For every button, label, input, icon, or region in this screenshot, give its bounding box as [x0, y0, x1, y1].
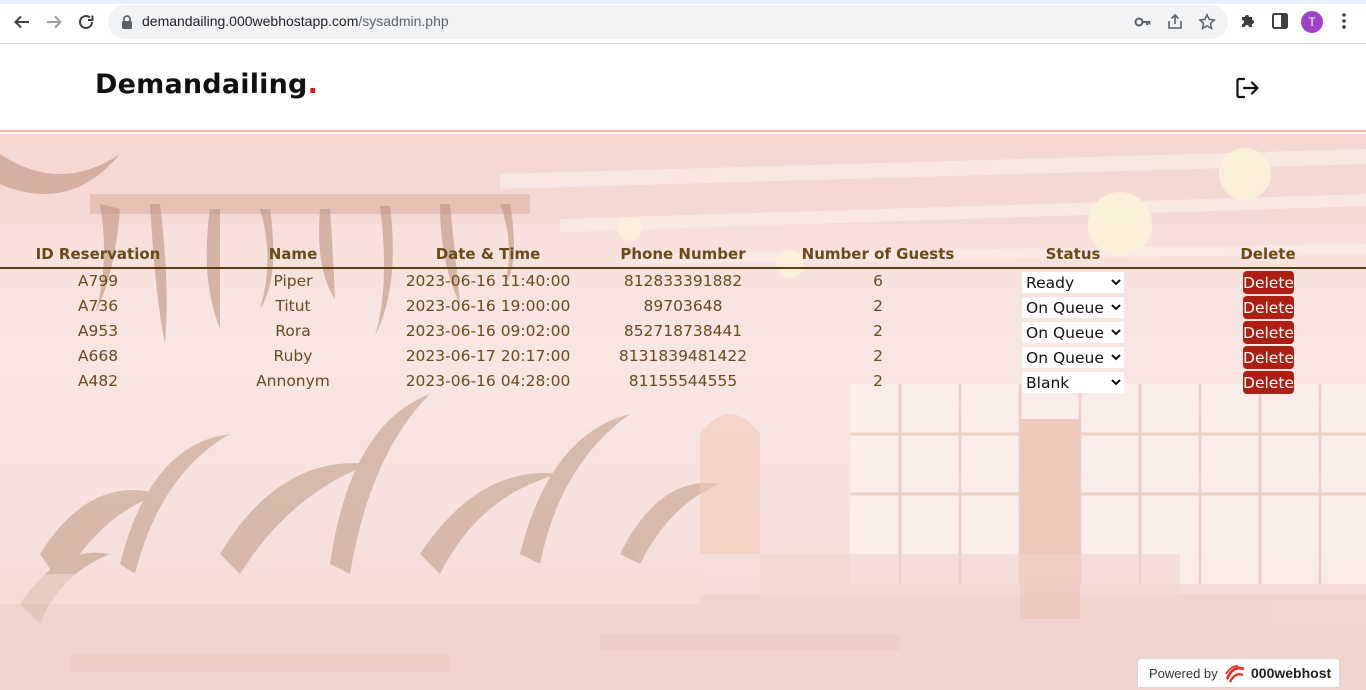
000webhost-logo-icon	[1225, 665, 1245, 683]
cell-name: Titut	[275, 297, 311, 315]
column-header-datetime: Date & Time	[435, 245, 541, 263]
delete-button[interactable]: Delete	[1243, 371, 1294, 394]
table-row: A736 Titut 2023-06-16 19:00:00 89703648 …	[0, 294, 1366, 319]
bookmark-star-icon[interactable]	[1198, 13, 1216, 31]
logout-icon[interactable]	[1234, 75, 1260, 101]
url-domain: demandailing.000webhostapp.com	[142, 13, 359, 29]
column-header-name: Name	[268, 245, 318, 263]
status-value: Ready	[1026, 273, 1075, 292]
cell-datetime: 2023-06-16 04:28:00	[405, 372, 571, 390]
lock-icon	[122, 15, 132, 29]
powered-by-brand: 000webhost	[1251, 665, 1332, 681]
cell-datetime: 2023-06-17 20:17:00	[405, 347, 571, 365]
cell-phone: 81155544555	[628, 372, 738, 390]
cell-phone: 89703648	[643, 297, 723, 315]
cell-id: A736	[77, 297, 119, 315]
brand-logo[interactable]: Demandailing.	[95, 69, 318, 100]
status-value: Blank	[1026, 373, 1070, 392]
cell-guests: 2	[873, 297, 883, 315]
chevron-down-icon	[1111, 279, 1121, 286]
powered-by-badge[interactable]: Powered by 000webhost	[1137, 658, 1340, 688]
powered-by-text: Powered by	[1149, 666, 1218, 681]
column-header-id: ID Reservation	[35, 245, 161, 263]
cell-phone: 812833391882	[623, 272, 743, 290]
table-row: A668 Ruby 2023-06-17 20:17:00 8131839481…	[0, 344, 1366, 369]
cell-datetime: 2023-06-16 19:00:00	[405, 297, 571, 315]
delete-button[interactable]: Delete	[1243, 271, 1294, 294]
address-bar[interactable]: demandailing.000webhostapp.com/sysadmin.…	[108, 5, 1228, 39]
column-header-delete: Delete	[1240, 245, 1296, 263]
cell-id: A799	[77, 272, 119, 290]
chevron-down-icon	[1111, 379, 1121, 386]
delete-button[interactable]: Delete	[1243, 321, 1294, 344]
cell-phone: 852718738441	[623, 322, 743, 340]
side-panel-icon[interactable]	[1270, 11, 1290, 31]
back-arrow-icon[interactable]	[11, 11, 33, 33]
extensions-puzzle-icon[interactable]	[1238, 11, 1258, 31]
background-cafe-image	[0, 134, 1366, 690]
url-text: demandailing.000webhostapp.com/sysadmin.…	[142, 13, 449, 29]
kebab-menu-icon[interactable]	[1334, 11, 1354, 31]
brand-dot: .	[307, 69, 319, 100]
table-body: A799 Piper 2023-06-16 11:40:00 812833391…	[0, 269, 1366, 394]
site-header: Demandailing.	[0, 44, 1366, 132]
table-row: A482 Annonym 2023-06-16 04:28:00 8115554…	[0, 369, 1366, 394]
chevron-down-icon	[1111, 304, 1121, 311]
cell-guests: 2	[873, 372, 883, 390]
status-dropdown[interactable]: On Queue	[1022, 322, 1124, 343]
status-dropdown[interactable]: Ready	[1022, 272, 1124, 293]
status-dropdown[interactable]: On Queue	[1022, 297, 1124, 318]
status-value: On Queue	[1026, 348, 1104, 367]
cell-datetime: 2023-06-16 09:02:00	[405, 322, 571, 340]
reload-icon[interactable]	[75, 11, 97, 33]
brand-name: Demandailing	[95, 69, 308, 100]
cell-name: Piper	[273, 272, 313, 290]
cell-guests: 2	[873, 347, 883, 365]
status-value: On Queue	[1026, 323, 1104, 342]
table-row: A953 Rora 2023-06-16 09:02:00 8527187384…	[0, 319, 1366, 344]
status-dropdown[interactable]: Blank	[1022, 372, 1124, 393]
reservations-table: ID Reservation Name Date & Time Phone Nu…	[0, 245, 1366, 394]
delete-button[interactable]: Delete	[1243, 346, 1294, 369]
column-header-phone: Phone Number	[620, 245, 746, 263]
profile-avatar[interactable]: T	[1301, 11, 1323, 33]
chevron-down-icon	[1111, 329, 1121, 336]
cell-id: A953	[77, 322, 119, 340]
cell-name: Rora	[275, 322, 311, 340]
cell-guests: 6	[873, 272, 883, 290]
share-icon[interactable]	[1166, 13, 1184, 31]
delete-button[interactable]: Delete	[1243, 296, 1294, 319]
status-dropdown[interactable]: On Queue	[1022, 347, 1124, 368]
column-header-status: Status	[1045, 245, 1101, 263]
url-path: /sysadmin.php	[358, 13, 449, 29]
cell-name: Ruby	[273, 347, 313, 365]
cafe-interior-illustration	[0, 134, 1366, 690]
browser-toolbar: demandailing.000webhostapp.com/sysadmin.…	[0, 0, 1366, 44]
table-header: ID Reservation Name Date & Time Phone Nu…	[0, 245, 1366, 269]
chevron-down-icon	[1111, 354, 1121, 361]
tab-strip-edge	[0, 0, 1366, 4]
cell-id: A668	[77, 347, 119, 365]
table-row: A799 Piper 2023-06-16 11:40:00 812833391…	[0, 269, 1366, 294]
status-value: On Queue	[1026, 298, 1104, 317]
cell-name: Annonym	[256, 372, 330, 390]
cell-id: A482	[77, 372, 119, 390]
key-icon[interactable]	[1134, 13, 1152, 31]
cell-guests: 2	[873, 322, 883, 340]
column-header-guests: Number of Guests	[801, 245, 955, 263]
cell-datetime: 2023-06-16 11:40:00	[405, 272, 571, 290]
cell-phone: 8131839481422	[618, 347, 748, 365]
forward-arrow-icon[interactable]	[43, 11, 65, 33]
